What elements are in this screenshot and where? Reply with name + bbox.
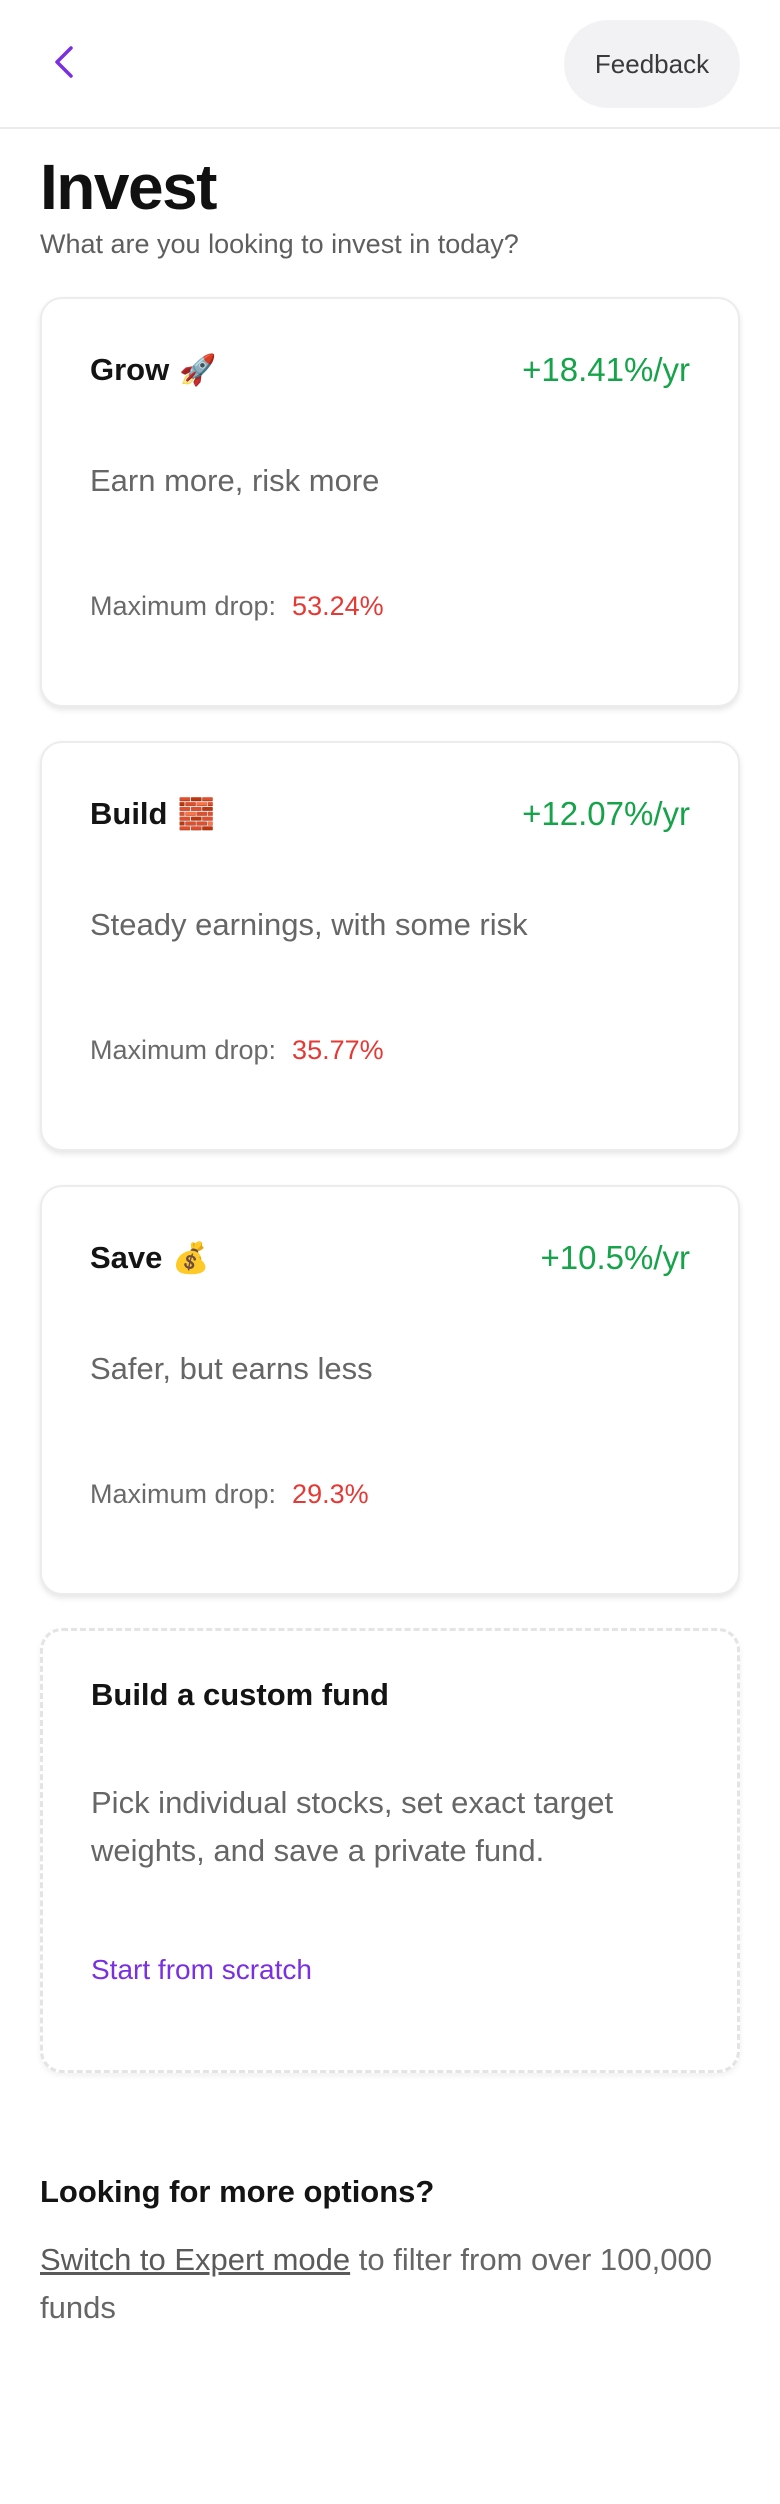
fund-name: Grow 🚀 — [90, 352, 217, 388]
fund-name: Save 💰 — [90, 1240, 210, 1276]
money-bag-icon: 💰 — [172, 1241, 210, 1275]
brick-icon: 🧱 — [177, 797, 215, 831]
max-drop-value: 35.77% — [292, 1035, 384, 1065]
fund-card-save[interactable]: Save 💰 +10.5%/yr Safer, but earns less M… — [40, 1185, 740, 1595]
page-subtitle: What are you looking to invest in today? — [40, 229, 519, 259]
max-drop: Maximum drop: 35.77% — [90, 1035, 384, 1066]
fund-description: Steady earnings, with some risk — [90, 907, 528, 942]
start-from-scratch-link[interactable]: Start from scratch — [91, 1954, 312, 1986]
back-button[interactable] — [40, 40, 88, 88]
rocket-icon: 🚀 — [179, 353, 217, 387]
fund-description: Earn more, risk more — [90, 463, 380, 498]
fund-name-label: Save — [90, 1240, 163, 1275]
page-title: Invest — [40, 151, 217, 223]
card-header: Build 🧱 +12.07%/yr — [90, 795, 690, 833]
custom-fund-title: Build a custom fund — [91, 1677, 389, 1712]
more-options-text: Switch to Expert mode to filter from ove… — [40, 2236, 720, 2332]
fund-name-label: Grow — [90, 352, 170, 387]
max-drop: Maximum drop: 53.24% — [90, 591, 384, 622]
fund-description: Safer, but earns less — [90, 1351, 373, 1386]
max-drop-value: 29.3% — [292, 1479, 369, 1509]
top-bar: Feedback — [0, 0, 780, 129]
max-drop-label: Maximum drop: — [90, 1479, 277, 1509]
card-header: Save 💰 +10.5%/yr — [90, 1239, 690, 1277]
fund-annual-return: +18.41%/yr — [522, 351, 690, 388]
fund-card-grow[interactable]: Grow 🚀 +18.41%/yr Earn more, risk more M… — [40, 297, 740, 707]
custom-fund-card: Build a custom fund Pick individual stoc… — [40, 1628, 740, 2073]
chevron-left-icon — [53, 45, 75, 84]
fund-annual-return: +10.5%/yr — [540, 1239, 691, 1276]
fund-name: Build 🧱 — [90, 796, 215, 832]
card-header: Grow 🚀 +18.41%/yr — [90, 351, 690, 389]
fund-card-build[interactable]: Build 🧱 +12.07%/yr Steady earnings, with… — [40, 741, 740, 1151]
more-options-title: Looking for more options? — [40, 2174, 435, 2209]
max-drop-label: Maximum drop: — [90, 1035, 277, 1065]
max-drop-value: 53.24% — [292, 591, 384, 621]
fund-annual-return: +12.07%/yr — [522, 795, 690, 832]
custom-fund-description: Pick individual stocks, set exact target… — [91, 1785, 614, 1868]
max-drop-label: Maximum drop: — [90, 591, 277, 621]
expert-mode-link[interactable]: Switch to Expert mode — [40, 2242, 350, 2277]
fund-name-label: Build — [90, 796, 168, 831]
max-drop: Maximum drop: 29.3% — [90, 1479, 369, 1510]
feedback-button[interactable]: Feedback — [564, 20, 740, 108]
